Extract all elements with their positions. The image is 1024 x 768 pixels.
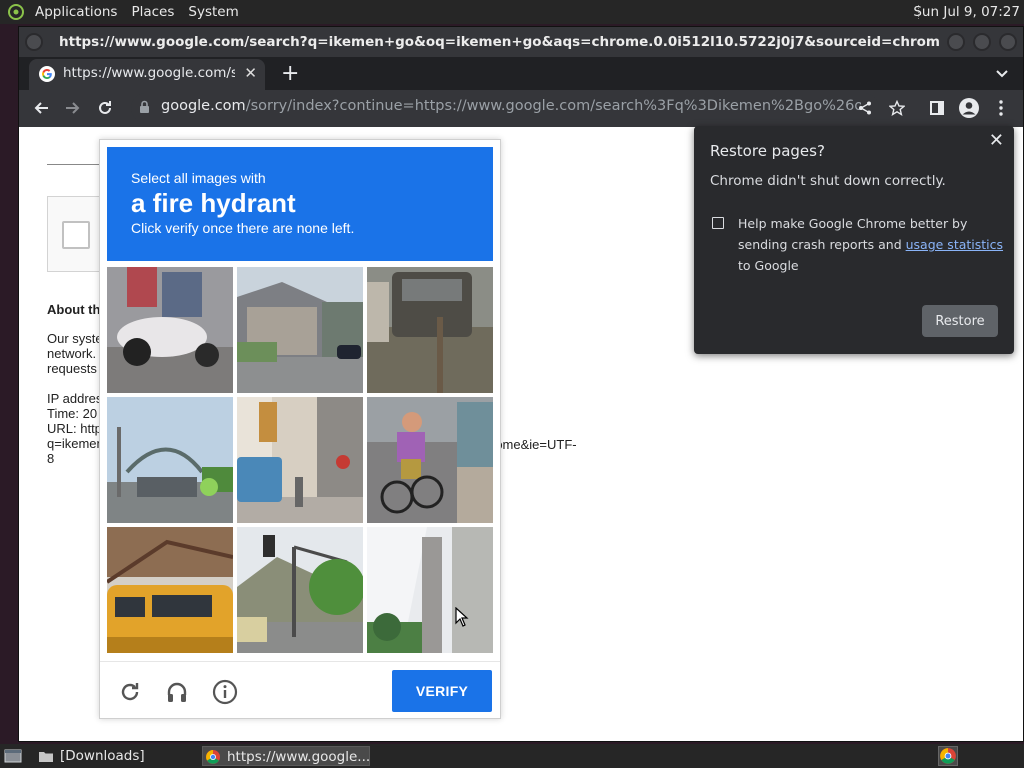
- address-url: google.com/sorry/index?continue=https://…: [161, 98, 861, 114]
- restore-pages-dialog: Restore pages? ✕ Chrome didn't shut down…: [694, 126, 1014, 354]
- challenge-header: Select all images with a fire hydrant Cl…: [107, 147, 493, 261]
- challenge-target: a fire hydrant: [131, 188, 296, 218]
- url-line: URL: http: [47, 421, 102, 436]
- page-divider: [47, 164, 101, 165]
- restore-button[interactable]: Restore: [922, 305, 998, 337]
- challenge-tile[interactable]: [237, 267, 363, 393]
- address-bar[interactable]: google.com/sorry/index?continue=https://…: [131, 93, 879, 123]
- recaptcha-challenge: Select all images with a fire hydrant Cl…: [99, 139, 501, 719]
- reload-page-icon[interactable]: [94, 97, 116, 119]
- url-line: q=ikemen: [47, 436, 104, 451]
- menu-applications[interactable]: Applications: [28, 0, 124, 24]
- url-tail: rome&ie=UTF-: [491, 437, 577, 452]
- page-paragraph-line: Our syste: [47, 331, 103, 346]
- reload-icon[interactable]: [116, 678, 144, 706]
- taskbar-item-chrome[interactable]: https://www.google...: [202, 746, 370, 766]
- menu-system[interactable]: System: [181, 0, 245, 24]
- ip-address-line: IP addres: [47, 391, 103, 406]
- menu-places[interactable]: Places: [124, 0, 181, 24]
- browser-tab[interactable]: https://www.google.com/search?q=ikemen+g…: [29, 59, 265, 90]
- tray-chrome-icon[interactable]: [938, 746, 958, 766]
- recaptcha-anchor-box[interactable]: [47, 196, 101, 272]
- chrome-icon: [206, 750, 220, 764]
- challenge-tile[interactable]: [367, 267, 493, 393]
- tab-close-icon[interactable]: ✕: [244, 64, 257, 82]
- taskbar-label: https://www.google...: [227, 749, 371, 765]
- profile-avatar-icon[interactable]: [958, 97, 980, 119]
- challenge-tile-grid: [107, 267, 493, 653]
- tab-strip: https://www.google.com/search?q=ikemen+g…: [19, 57, 1023, 90]
- challenge-subtext: Click verify once there are none left.: [131, 220, 355, 236]
- crash-report-text-end: to Google: [738, 258, 799, 273]
- show-desktop-icon[interactable]: [4, 748, 22, 764]
- restore-title: Restore pages?: [710, 142, 825, 160]
- challenge-instruction: Select all images with: [131, 170, 266, 186]
- challenge-tile[interactable]: [107, 267, 233, 393]
- recaptcha-checkbox[interactable]: [62, 221, 90, 249]
- google-favicon-icon: [39, 66, 55, 82]
- window-titlebar[interactable]: https://www.google.com/search?q=ikemen+g…: [19, 27, 1023, 57]
- minimize-button[interactable]: [947, 33, 965, 51]
- folder-icon: [39, 752, 53, 762]
- lock-icon[interactable]: [139, 100, 150, 118]
- challenge-tile[interactable]: [367, 397, 493, 523]
- page-paragraph-line: requests: [47, 361, 97, 376]
- browser-toolbar: google.com/sorry/index?continue=https://…: [19, 90, 1023, 127]
- window-menu-button[interactable]: [25, 33, 43, 51]
- clock[interactable]: Sun Jul 9, 07:27: [913, 0, 1020, 24]
- bookmark-star-icon[interactable]: [886, 97, 908, 119]
- page-paragraph-line: network.: [47, 346, 97, 361]
- top-panel: Applications Places System Sun Jul 9, 07…: [0, 0, 1024, 24]
- url-path: /sorry/index?continue=https://www.google…: [245, 98, 861, 114]
- maximize-button[interactable]: [973, 33, 991, 51]
- share-icon[interactable]: [854, 97, 876, 119]
- restore-message: Chrome didn't shut down correctly.: [710, 173, 946, 189]
- new-tab-icon[interactable]: +: [281, 61, 299, 86]
- bottom-panel: [Downloads] https://www.google...: [0, 744, 1024, 768]
- challenge-tile[interactable]: [107, 397, 233, 523]
- time-line: Time: 20: [47, 406, 98, 421]
- challenge-tile[interactable]: [237, 527, 363, 653]
- taskbar-label: [Downloads]: [60, 748, 145, 764]
- headphones-icon[interactable]: [163, 678, 191, 706]
- crash-report-label: Help make Google Chrome better by sendin…: [738, 213, 1004, 276]
- tab-search-chevron-icon[interactable]: [995, 64, 1009, 83]
- window-title: https://www.google.com/search?q=ikemen+g…: [59, 34, 939, 50]
- side-panel-icon[interactable]: [926, 97, 948, 119]
- chrome-menu-icon[interactable]: [990, 97, 1012, 119]
- challenge-tile[interactable]: [107, 527, 233, 653]
- url-host: google.com: [161, 98, 246, 114]
- challenge-tile[interactable]: [237, 397, 363, 523]
- challenge-tile[interactable]: [367, 527, 493, 653]
- verify-button[interactable]: VERIFY: [392, 670, 492, 712]
- mouse-cursor-icon: [455, 607, 469, 627]
- distro-logo-icon[interactable]: [4, 0, 28, 24]
- close-window-button[interactable]: [999, 33, 1017, 51]
- crash-report-checkbox[interactable]: [712, 217, 724, 229]
- taskbar-item-downloads[interactable]: [Downloads]: [36, 746, 196, 766]
- forward-arrow-icon[interactable]: [62, 97, 84, 119]
- challenge-footer: VERIFY: [100, 661, 500, 719]
- tab-title: https://www.google.com/search?q=ikemen+g…: [63, 65, 235, 81]
- back-arrow-icon[interactable]: [30, 97, 52, 119]
- close-icon[interactable]: ✕: [989, 130, 1004, 151]
- info-icon[interactable]: [211, 678, 239, 706]
- about-heading: About th: [47, 302, 101, 317]
- usage-statistics-link[interactable]: usage statistics: [906, 237, 1003, 252]
- url-line: 8: [47, 451, 55, 466]
